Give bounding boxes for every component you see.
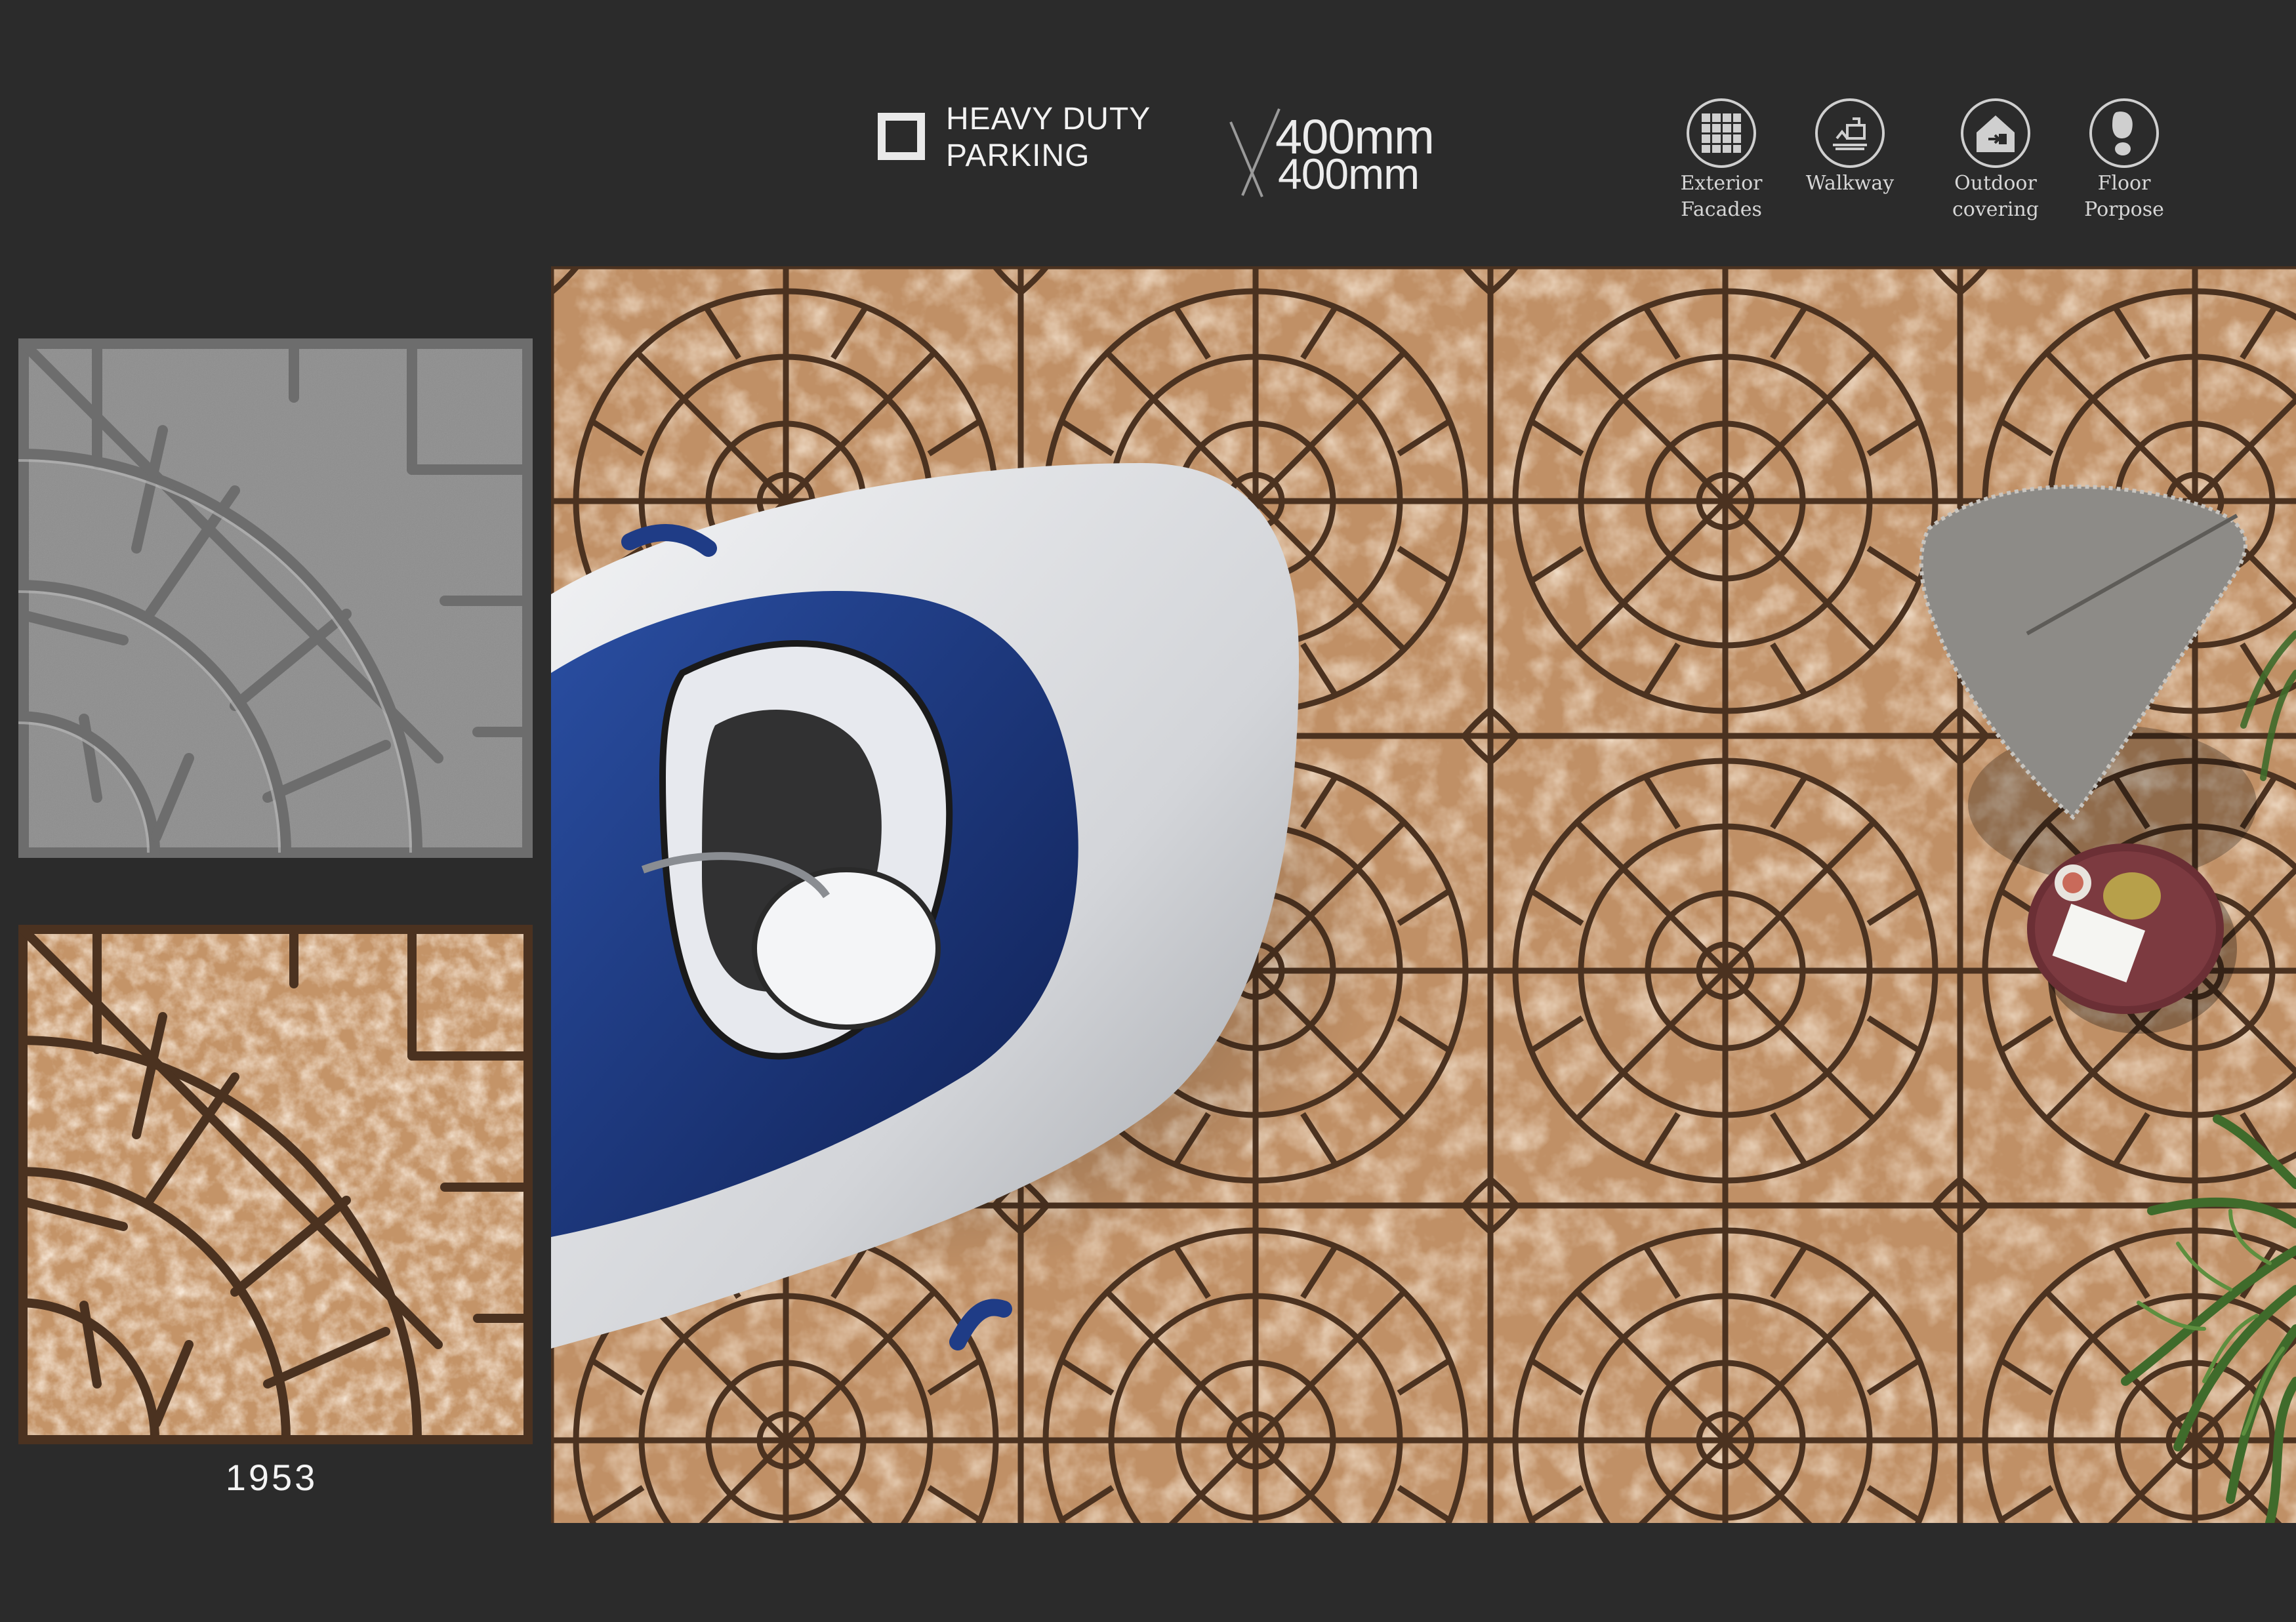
tile-swatch-sandstone	[18, 925, 533, 1444]
application-label-line-1: Outdoor	[1954, 172, 2037, 195]
facade-grid-icon	[1687, 98, 1756, 168]
application-walkway: Walkway	[1797, 98, 1902, 197]
application-label: Walkway	[1797, 171, 1902, 197]
square-outline-icon	[878, 113, 925, 160]
tile-swatch-gray	[18, 338, 533, 858]
category-line-2: PARKING	[946, 138, 1090, 173]
room-scene-image	[551, 266, 2296, 1523]
size-height: 400mm	[1278, 150, 1420, 198]
category-line-1: HEAVY DUTY	[946, 102, 1151, 136]
application-label: Floor Porpose	[2072, 171, 2177, 223]
application-outdoor-covering: Outdoor covering	[1943, 98, 2048, 223]
walkway-icon	[1815, 98, 1885, 168]
footprint-icon	[2089, 98, 2159, 168]
outdoor-covering-icon	[1961, 98, 2030, 168]
application-label-line-1: Walkway	[1805, 172, 1895, 195]
application-floor-purpose: Floor Porpose	[2072, 98, 2177, 223]
application-label: Outdoor covering	[1943, 171, 2048, 223]
application-label-line-2: covering	[1952, 198, 2040, 221]
application-label: Exterior Facades	[1669, 171, 1774, 223]
application-label-line-2: Facades	[1681, 198, 1762, 221]
application-label-line-1: Floor	[2097, 172, 2151, 195]
application-label-line-2: Porpose	[2084, 198, 2164, 221]
application-label-line-1: Exterior	[1680, 172, 1763, 195]
application-exterior-facades: Exterior Facades	[1669, 98, 1774, 223]
product-code: 1953	[225, 1457, 318, 1498]
category-label: HEAVY DUTY PARKING	[946, 101, 1151, 174]
